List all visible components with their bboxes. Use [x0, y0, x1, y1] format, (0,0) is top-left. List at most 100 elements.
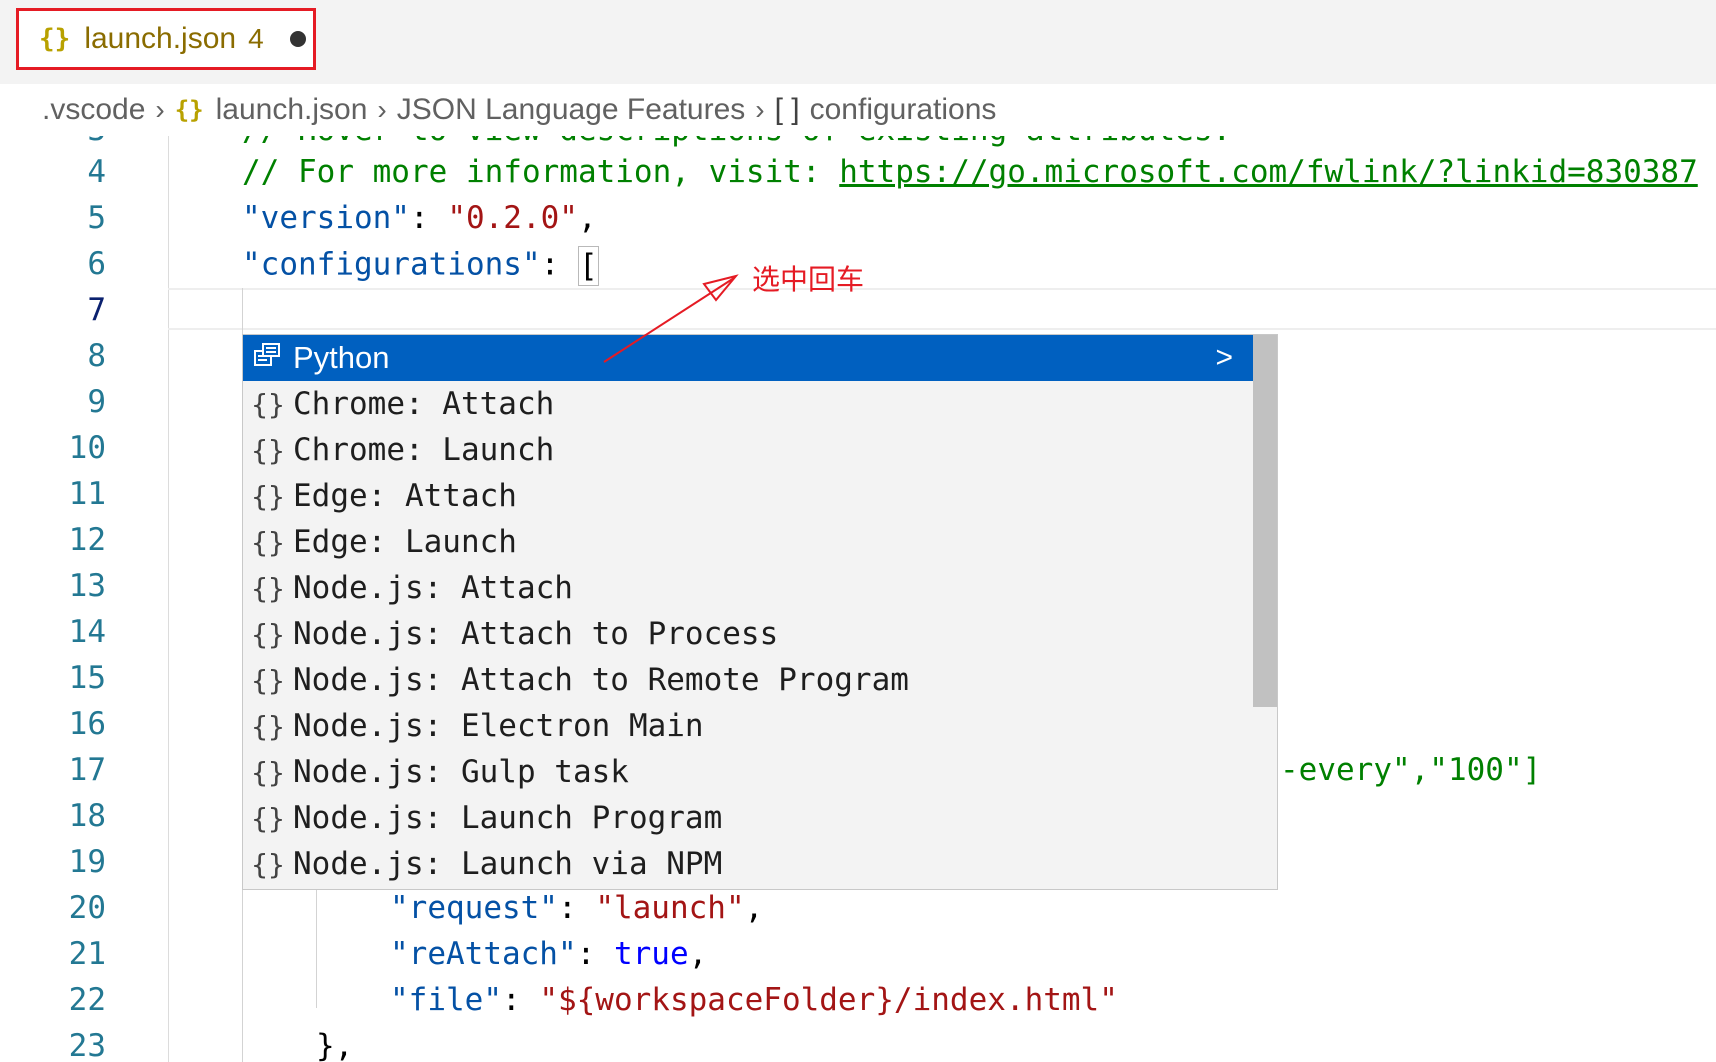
suggestion-item[interactable]: {} Node.js: Launch Program [243, 795, 1253, 841]
unsaved-dot-icon[interactable] [289, 31, 306, 47]
suggestion-item[interactable]: {} Node.js: Electron Main [243, 703, 1253, 749]
line-number: 8 [87, 338, 106, 374]
line-number: 12 [68, 522, 106, 558]
json-key: "request" [390, 890, 558, 926]
chevron-right-icon[interactable]: > [1215, 341, 1233, 375]
suggestion-label: Node.js: Attach to Remote Program [293, 662, 909, 698]
json-file-icon: {} [39, 24, 71, 54]
breadcrumb-item-configurations[interactable]: configurations [810, 93, 997, 127]
annotation-label: 选中回车 [752, 263, 865, 296]
suggestion-item[interactable]: {} Node.js: Launch via NPM [243, 841, 1253, 887]
braces-icon: {} [251, 479, 285, 513]
suggestion-widget: Python > {} Chrome: Attach {} Chrome: Laun… [242, 334, 1278, 890]
suggestion-item-python[interactable]: Python > [243, 335, 1253, 381]
line-number: 3 [0, 136, 106, 148]
code-line-21: "reAttach": true, [390, 936, 708, 972]
json-key: "file" [390, 982, 502, 1018]
breadcrumb-item-launch-json[interactable]: launch.json [216, 93, 368, 127]
line-number: 22 [68, 982, 106, 1018]
line-number: 14 [68, 614, 106, 650]
braces-icon: {} [251, 663, 285, 697]
line-number: 15 [68, 660, 106, 696]
indent-guide [316, 886, 317, 1008]
braces-icon: {} [251, 433, 285, 467]
line-number: 16 [68, 706, 106, 742]
suggestion-item[interactable]: {} Edge: Launch [243, 519, 1253, 565]
line-number: 5 [87, 200, 106, 236]
suggestion-label: Chrome: Launch [293, 432, 555, 468]
gutter-border [168, 136, 169, 1062]
suggestion-scrollbar[interactable] [1253, 335, 1277, 889]
suggestion-item[interactable]: {} Node.js: Attach to Process [243, 611, 1253, 657]
suggestion-item[interactable]: {} Node.js: Gulp task [243, 749, 1253, 795]
suggestion-item[interactable]: {} Chrome: Attach [243, 381, 1253, 427]
suggestion-label: Python [293, 340, 390, 375]
breadcrumb-item-vscode[interactable]: .vscode [42, 93, 145, 127]
suggestion-label: Edge: Attach [293, 478, 517, 514]
line-number: 6 [87, 246, 106, 282]
json-value: "launch" [595, 890, 745, 926]
json-key: "reAttach" [390, 936, 577, 972]
line-number: 13 [68, 568, 106, 604]
suggestion-label: Node.js: Gulp task [293, 754, 629, 790]
code-line-20: "request": "launch", [390, 890, 764, 926]
chevron-right-icon: › [377, 94, 387, 125]
breadcrumb-item-json-features[interactable]: JSON Language Features [397, 93, 746, 127]
scrollbar-thumb[interactable] [1253, 335, 1277, 707]
suggestion-label: Node.js: Launch via NPM [293, 846, 723, 882]
json-file-icon: {} [174, 96, 204, 124]
suggestion-label: Node.js: Launch Program [293, 800, 723, 836]
current-line-highlight [168, 288, 1716, 330]
json-value: true [613, 936, 689, 972]
code-line-4: // For more information, visit: https://… [242, 154, 1698, 190]
problem-count-badge: 4 [248, 23, 264, 54]
suggestion-item[interactable]: {} Chrome: Launch [243, 427, 1253, 473]
braces-icon: {} [251, 571, 285, 605]
json-value: -every","100"] [1280, 752, 1542, 788]
code-line-6: "configurations": [ [242, 246, 599, 286]
suggestion-label: Node.js: Electron Main [293, 708, 704, 744]
array-icon: [ ] [774, 93, 800, 126]
suggestion-label: Chrome: Attach [293, 386, 555, 422]
tab-title: launch.json [84, 22, 237, 55]
json-key: "version" [242, 200, 410, 236]
suggestion-label: Edge: Launch [293, 524, 517, 560]
braces-icon: {} [251, 755, 285, 789]
code-line-5: "version": "0.2.0", [242, 200, 597, 236]
comment-text: // For more information, visit: [242, 154, 840, 190]
breadcrumb: .vscode › {} launch.json › JSON Language… [0, 84, 1716, 136]
json-value: "0.2.0" [447, 200, 578, 236]
braces-icon: {} [251, 617, 285, 651]
docs-link[interactable]: https://go.microsoft.com/fwlink/?linkid=… [839, 154, 1698, 190]
line-number: 4 [87, 154, 106, 190]
code-line-3: // Hover to view descriptions of existin… [242, 136, 1231, 148]
code-line-23: }, [316, 1028, 354, 1062]
line-number: 19 [68, 844, 106, 880]
tab-launch-json[interactable]: {} launch.json 4 [16, 8, 316, 70]
chevron-right-icon: › [155, 94, 165, 125]
braces-icon: {} [251, 709, 285, 743]
tab-bar: {} launch.json 4 [0, 0, 1716, 84]
code-line-22: "file": "${workspaceFolder}/index.html" [390, 982, 1118, 1018]
suggestion-item[interactable]: {} Node.js: Attach to Remote Program [243, 657, 1253, 703]
matched-bracket: [ [577, 246, 599, 286]
suggestion-item[interactable]: {} Node.js: Attach [243, 565, 1253, 611]
braces-icon: {} [251, 801, 285, 835]
braces-icon: {} [251, 847, 285, 881]
line-number: 17 [68, 752, 106, 788]
chevron-right-icon: › [755, 94, 765, 125]
braces-icon: {} [251, 525, 285, 559]
line-number: 18 [68, 798, 106, 834]
line-number: 20 [68, 890, 106, 926]
line-number: 7 [87, 292, 106, 328]
line-number: 10 [68, 430, 106, 466]
braces-icon: {} [251, 387, 285, 421]
suggestion-item[interactable]: {} Edge: Attach [243, 473, 1253, 519]
suggestion-label: Node.js: Attach to Process [293, 616, 779, 652]
json-key: "configurations" [242, 246, 541, 283]
line-number: 23 [68, 1028, 106, 1062]
snippet-icon [245, 342, 291, 375]
suggestion-label: Node.js: Attach [293, 570, 573, 606]
json-value: "${workspaceFolder}/index.html" [539, 982, 1118, 1018]
line-number: 21 [68, 936, 106, 972]
